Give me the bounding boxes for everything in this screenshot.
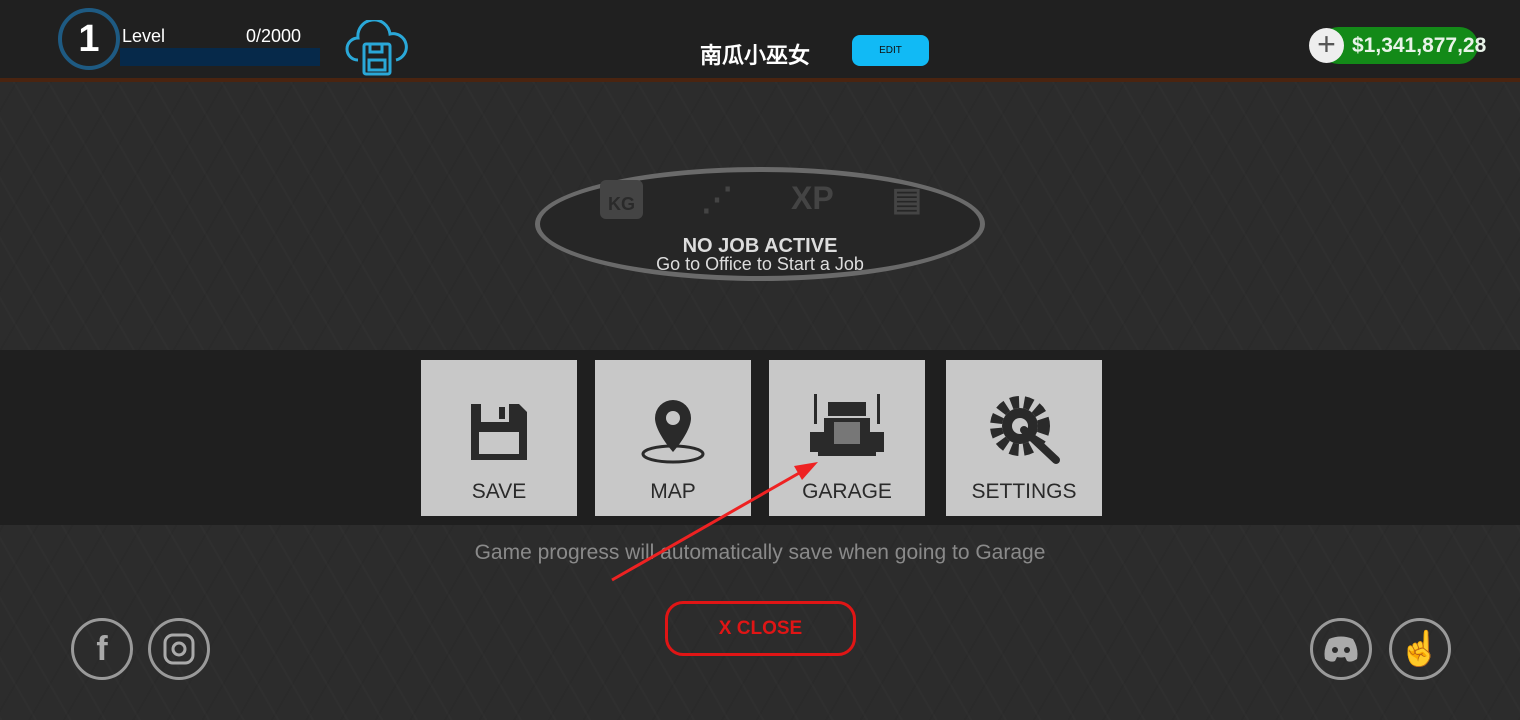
annotation-arrow [611,462,818,582]
